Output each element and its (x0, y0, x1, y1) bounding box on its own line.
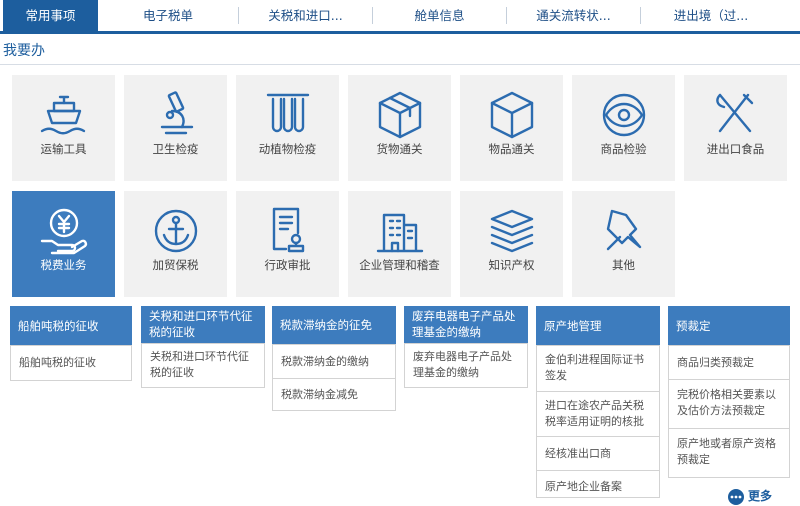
money-hand-icon (40, 208, 88, 255)
cube-icon (490, 91, 534, 139)
tile-label: 商品检验 (600, 142, 647, 156)
book-stack-icon (490, 209, 534, 253)
card-link-late-fee-reduction[interactable]: 税款滞纳金减免 (272, 378, 396, 411)
card-title: 原产地管理 (536, 306, 660, 345)
eye-icon (602, 93, 646, 137)
tile-label: 运输工具 (40, 142, 87, 156)
tile-article-clearance[interactable]: 物品通关 (460, 75, 563, 181)
anchor-icon (154, 209, 198, 253)
tile-health-quarantine[interactable]: 卫生检疫 (124, 75, 227, 181)
more-dots-icon (728, 489, 744, 505)
tile-label: 进出口食品 (706, 142, 765, 156)
tile-label: 行政审批 (264, 258, 311, 272)
card-title: 预裁定 (668, 306, 790, 345)
card-link-classification-ruling[interactable]: 商品归类预裁定 (668, 345, 790, 380)
card-waste-electronics-fund: 废弃电器电子产品处理基金的缴纳 废弃电器电子产品处理基金的缴纳 (404, 306, 528, 388)
tab-tariff-import[interactable]: 关税和进口... (239, 0, 372, 31)
document-stamp-icon (272, 207, 305, 253)
tile-label: 加贸保税 (152, 258, 199, 272)
card-link-tariff-import-levy[interactable]: 关税和进口环节代征税的征收 (141, 343, 265, 388)
card-link-late-fee-payment[interactable]: 税款滞纳金的缴纳 (272, 344, 396, 379)
tile-tax-business[interactable]: 税费业务 (12, 191, 115, 297)
tile-enterprise-management[interactable]: 企业管理和稽查 (348, 191, 451, 297)
card-link-waste-electronics-fund[interactable]: 废弃电器电子产品处理基金的缴纳 (404, 343, 528, 388)
tile-administrative-approval[interactable]: 行政审批 (236, 191, 339, 297)
pushpin-icon (606, 209, 642, 251)
tab-common-items[interactable]: 常用事项 (3, 0, 98, 31)
card-link-ship-tonnage-tax[interactable]: 船舶吨税的征收 (10, 345, 132, 381)
card-link-origin-ruling[interactable]: 原产地或者原产资格预裁定 (668, 428, 790, 478)
card-origin-management: 原产地管理 金伯利进程国际证书签发 进口在途农产品关税税率适用证明的核批 经核准… (536, 306, 660, 498)
card-ship-tonnage-tax: 船舶吨税的征收 船舶吨税的征收 (10, 306, 132, 381)
card-link-kimberley-certificate[interactable]: 金伯利进程国际证书签发 (536, 345, 660, 392)
tile-goods-clearance[interactable]: 货物通关 (348, 75, 451, 181)
card-tariff-import-levy: 关税和进口环节代征税的征收 关税和进口环节代征税的征收 (141, 306, 265, 388)
tile-label: 动植物检疫 (258, 142, 317, 156)
tile-label: 税费业务 (40, 258, 87, 272)
card-late-fee-exemption: 税款滞纳金的征免 税款滞纳金的缴纳 税款滞纳金减免 (272, 306, 396, 411)
tab-electronic-tax-bill[interactable]: 电子税单 (98, 0, 238, 31)
card-title: 税款滞纳金的征免 (272, 306, 396, 344)
tile-animal-plant-quarantine[interactable]: 动植物检疫 (236, 75, 339, 181)
section-title: 我要办 (3, 43, 45, 59)
card-title: 船舶吨税的征收 (10, 306, 132, 345)
fork-knife-icon (716, 93, 754, 133)
tile-other[interactable]: 其他 (572, 191, 675, 297)
tile-import-export-food[interactable]: 进出口食品 (684, 75, 787, 181)
card-link-transit-agri-tariff[interactable]: 进口在途农产品关税税率适用证明的核批 (536, 391, 660, 437)
tile-processing-trade-bonded[interactable]: 加贸保税 (124, 191, 227, 297)
more-label: 更多 (748, 489, 773, 503)
top-tab-bar: 常用事项 电子税单 关税和进口... 舱单信息 通关流转状... 进出境（过..… (0, 0, 800, 34)
card-title: 关税和进口环节代征税的征收 (141, 306, 265, 343)
section-divider (0, 64, 800, 65)
card-title: 废弃电器电子产品处理基金的缴纳 (404, 306, 528, 343)
card-advance-ruling: 预裁定 商品归类预裁定 完税价格相关要素以及估价方法预裁定 原产地或者原产资格预… (668, 306, 790, 478)
package-box-icon (378, 91, 422, 139)
tab-clearance-status[interactable]: 通关流转状... (507, 0, 640, 31)
card-link-origin-enterprise-filing[interactable]: 原产地企业备案 (536, 470, 660, 498)
card-link-approved-exporter[interactable]: 经核准出口商 (536, 436, 660, 471)
card-link-valuation-ruling[interactable]: 完税价格相关要素以及估价方法预裁定 (668, 379, 790, 429)
tab-entry-exit[interactable]: 进出境（过... (641, 0, 781, 31)
tile-label: 企业管理和稽查 (359, 258, 440, 272)
tile-label: 卫生检疫 (152, 142, 199, 156)
tile-commodity-inspection[interactable]: 商品检验 (572, 75, 675, 181)
tile-label: 其他 (612, 258, 635, 272)
tab-manifest-info[interactable]: 舱单信息 (373, 0, 506, 31)
test-tubes-icon (266, 93, 310, 133)
tile-label: 货物通关 (376, 142, 423, 156)
tile-label: 知识产权 (488, 258, 535, 272)
microscope-icon (160, 91, 194, 135)
tile-transport-vehicle[interactable]: 运输工具 (12, 75, 115, 181)
more-link[interactable]: 更多 (727, 484, 787, 505)
building-icon (376, 213, 424, 253)
tile-intellectual-property[interactable]: 知识产权 (460, 191, 563, 297)
ship-icon (40, 95, 86, 135)
tile-label: 物品通关 (488, 142, 535, 156)
